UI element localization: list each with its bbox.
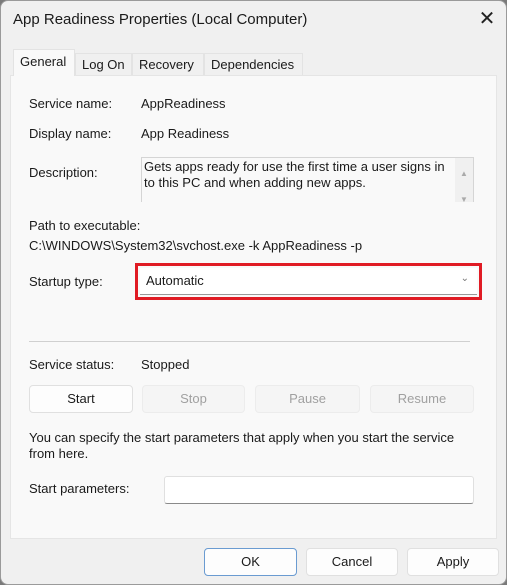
- apply-button[interactable]: Apply: [407, 548, 499, 576]
- display-name-label: Display name:: [29, 126, 112, 141]
- start-parameters-hint: You can specify the start parameters tha…: [29, 430, 455, 461]
- display-name-value: App Readiness: [141, 126, 230, 141]
- resume-button[interactable]: Resume: [370, 385, 474, 413]
- stop-button[interactable]: Stop: [142, 385, 245, 413]
- path-value: C:\WINDOWS\System32\svchost.exe -k AppRe…: [29, 238, 363, 253]
- highlight-box: Automatic ⌄: [135, 263, 482, 300]
- start-parameters-label: Start parameters:: [29, 481, 130, 496]
- window-title: App Readiness Properties (Local Computer…: [13, 11, 308, 28]
- scroll-down-icon[interactable]: ▼: [455, 192, 473, 208]
- description-text: Gets apps ready for use the first time a…: [144, 159, 445, 190]
- properties-dialog: App Readiness Properties (Local Computer…: [0, 0, 507, 585]
- path-label: Path to executable:: [29, 218, 141, 233]
- startup-type-value: Automatic: [146, 273, 204, 288]
- startup-type-select[interactable]: Automatic ⌄: [140, 268, 477, 295]
- start-button[interactable]: Start: [29, 385, 133, 413]
- pause-button[interactable]: Pause: [255, 385, 360, 413]
- chevron-down-icon: ⌄: [460, 273, 469, 284]
- general-panel: [10, 75, 497, 539]
- close-icon[interactable]: ✕: [475, 7, 499, 31]
- ok-button[interactable]: OK: [204, 548, 297, 576]
- description-box[interactable]: Gets apps ready for use the first time a…: [141, 157, 474, 204]
- startup-type-label: Startup type:: [29, 274, 103, 289]
- service-status-label: Service status:: [29, 357, 115, 372]
- scroll-up-icon[interactable]: ▲: [455, 166, 473, 182]
- start-parameters-input[interactable]: [164, 476, 474, 504]
- divider: [29, 341, 470, 342]
- tab-log-on[interactable]: Log On: [75, 53, 132, 75]
- service-name-value: AppReadiness: [141, 96, 226, 111]
- tab-recovery[interactable]: Recovery: [132, 53, 204, 75]
- service-status-value: Stopped: [141, 357, 190, 372]
- description-scrollbar[interactable]: ▲ ▼: [455, 158, 473, 204]
- service-name-label: Service name:: [29, 96, 113, 111]
- tab-general[interactable]: General: [13, 49, 75, 76]
- description-label: Description:: [29, 165, 98, 180]
- cancel-button[interactable]: Cancel: [306, 548, 398, 576]
- tab-dependencies[interactable]: Dependencies: [204, 53, 303, 75]
